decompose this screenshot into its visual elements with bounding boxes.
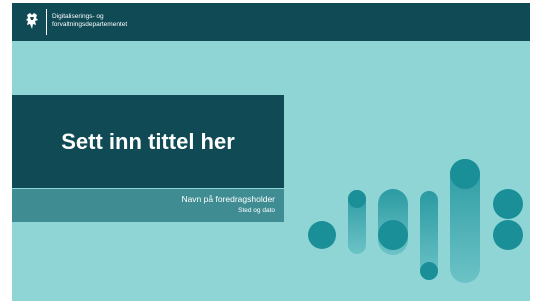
deco-circle-1 — [308, 221, 336, 249]
slide: Digitaliserings- og forvaltningsdepartem… — [12, 3, 530, 301]
deco-circle-3 — [378, 220, 408, 250]
deco-circle-7 — [493, 220, 523, 250]
deco-circle-6 — [493, 189, 523, 219]
deco-circle-5 — [450, 159, 480, 189]
decorative-shapes — [308, 159, 523, 283]
deco-circle-2 — [348, 190, 366, 208]
deco-circle-4 — [420, 262, 438, 280]
